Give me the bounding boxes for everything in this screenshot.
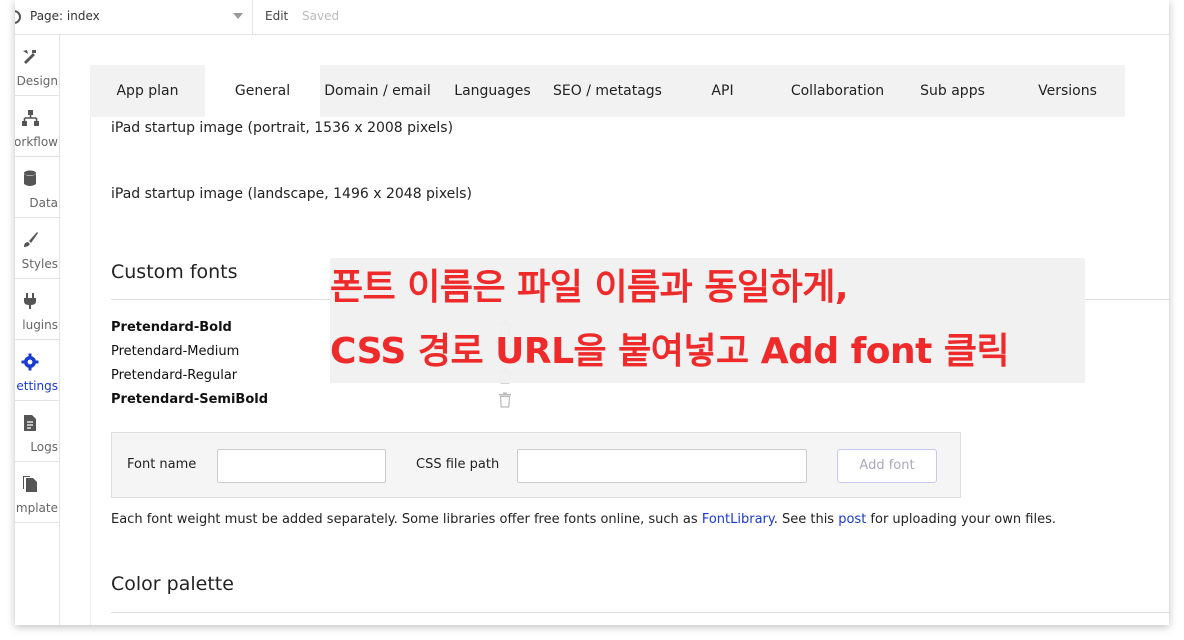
help-text-prefix: Each font weight must be added separatel… (111, 512, 702, 527)
workflow-icon (22, 110, 39, 126)
annotation-line-2: CSS 경로 URL을 붙여넣고 Add font 클릭 (330, 331, 1010, 372)
save-status: Saved (302, 9, 340, 23)
font-list-item: Pretendard-Regular (111, 368, 238, 383)
design-icon (23, 50, 36, 64)
sidebar-item-label: Design (16, 74, 58, 88)
page-selector-label: Page: index (30, 9, 100, 23)
sidebar-item-design[interactable]: Design (15, 35, 60, 96)
tab-domain-email[interactable]: Domain / email (320, 65, 435, 117)
sidebar-item-label: ettings (16, 379, 58, 393)
section-divider (111, 612, 1169, 613)
sidebar-item-label: lugins (22, 318, 58, 332)
chevron-down-icon (233, 13, 243, 19)
tab-sub-apps[interactable]: Sub apps (895, 65, 1010, 117)
sidebar-item-data[interactable]: Data (15, 157, 60, 218)
add-font-form: Font name CSS file path Add font (111, 432, 961, 498)
gear-icon (21, 353, 39, 371)
add-font-button[interactable]: Add font (837, 449, 937, 483)
sidebar-item-settings[interactable]: ettings (15, 340, 60, 401)
sidebar-item-label: Logs (30, 440, 58, 454)
font-list-item: Pretendard-SemiBold (111, 392, 269, 407)
trash-icon[interactable] (498, 392, 512, 408)
sidebar-item-plugins[interactable]: lugins (15, 279, 60, 340)
help-text-middle: . See this (773, 512, 839, 527)
edit-menu[interactable]: Edit (265, 9, 288, 23)
left-sidebar: Design orkflow Data Styles lugins etting… (15, 35, 60, 625)
sidebar-item-label: mplate (15, 501, 58, 515)
tab-api[interactable]: API (665, 65, 780, 117)
tab-languages[interactable]: Languages (435, 65, 550, 117)
document-icon (24, 415, 36, 431)
top-bar: Page: index Edit Saved (15, 0, 1169, 35)
sidebar-item-styles[interactable]: Styles (15, 218, 60, 279)
sidebar-item-logs[interactable]: Logs (15, 401, 60, 462)
color-palette-heading: Color palette (111, 573, 234, 595)
sidebar-item-label: Data (29, 196, 58, 210)
tab-general[interactable]: General (205, 65, 320, 117)
sidebar-item-label: orkflow (15, 135, 58, 149)
fontlibrary-link[interactable]: FontLibrary (702, 512, 774, 527)
ipad-portrait-label: iPad startup image (portrait, 1536 x 200… (111, 120, 454, 136)
data-icon (24, 170, 36, 186)
font-list-item: Pretendard-Medium (111, 344, 240, 359)
plug-icon (24, 293, 36, 309)
css-file-path-input[interactable] (517, 449, 807, 483)
sidebar-item-label: Styles (21, 257, 58, 271)
font-help-text: Each font weight must be added separatel… (111, 512, 1056, 527)
settings-tabs: App plan General Domain / email Language… (90, 65, 1125, 117)
post-link[interactable]: post (838, 512, 866, 527)
instruction-annotation: 폰트 이름은 파일 이름과 동일하게, CSS 경로 URL을 붙여넣고 Add… (330, 258, 1085, 383)
brush-icon (24, 232, 38, 247)
tab-seo-metatags[interactable]: SEO / metatags (550, 65, 665, 117)
help-text-suffix: for uploading your own files. (866, 512, 1056, 527)
css-file-path-label: CSS file path (416, 457, 500, 472)
sidebar-item-template[interactable]: mplate (15, 462, 60, 523)
sidebar-item-workflow[interactable]: orkflow (15, 96, 60, 157)
tab-app-plan[interactable]: App plan (90, 65, 205, 117)
custom-fonts-heading: Custom fonts (111, 261, 238, 283)
font-list-item: Pretendard-Bold (111, 320, 232, 335)
font-name-input[interactable] (217, 449, 386, 483)
tab-versions[interactable]: Versions (1010, 65, 1125, 117)
ipad-landscape-label: iPad startup image (landscape, 1496 x 20… (111, 186, 472, 202)
annotation-line-1: 폰트 이름은 파일 이름과 동일하게, (330, 267, 849, 308)
tab-collaboration[interactable]: Collaboration (780, 65, 895, 117)
font-name-label: Font name (127, 457, 197, 472)
page-selector[interactable]: Page: index (15, 0, 253, 35)
template-icon (23, 476, 37, 492)
